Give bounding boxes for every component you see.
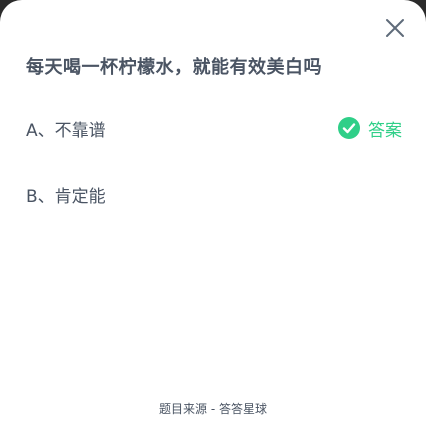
option-b-label: B、肯定能 xyxy=(26,186,106,207)
option-a-label: A、不靠谱 xyxy=(26,120,106,141)
question-source: 题目来源 - 答答星球 xyxy=(159,402,267,416)
question-text: 每天喝一杯柠檬水，就能有效美白吗 xyxy=(26,57,322,78)
quiz-card: 每天喝一杯柠檬水，就能有效美白吗 A、不靠谱 答案 B、肯定能 题目来源 - 答… xyxy=(0,0,426,435)
close-button[interactable] xyxy=(382,15,408,41)
option-b[interactable]: B、肯定能 xyxy=(26,179,406,209)
answer-label: 答案 xyxy=(368,120,402,141)
check-circle-icon xyxy=(338,117,360,139)
option-a[interactable]: A、不靠谱 答案 xyxy=(26,113,406,143)
answer-badge: 答案 xyxy=(338,113,402,143)
close-icon xyxy=(386,19,404,37)
